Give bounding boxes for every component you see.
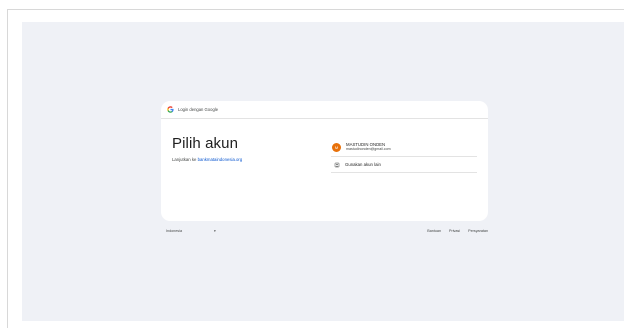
account-switch-icon [334, 162, 340, 168]
use-another-account-label: Gunakan akun lain [345, 162, 381, 167]
use-another-account-button[interactable]: Gunakan akun lain [331, 157, 477, 173]
account-text: MASTUDIN ONDEN mastudinonden@gmail.com [346, 142, 391, 152]
language-label: Indonesia [166, 229, 182, 233]
account-chooser-card: Login dengan Google Pilih akun Lanjutkan… [161, 101, 488, 221]
header-text: Login dengan Google [178, 107, 219, 112]
footer-link-terms[interactable]: Persyaratan [468, 229, 488, 233]
google-g-icon [167, 106, 174, 113]
continue-text: Lanjutkan ke bankmataindonesia.org [172, 157, 242, 162]
footer-links: Bantuan Privasi Persyaratan [427, 229, 488, 233]
continue-prefix: Lanjutkan ke [172, 157, 197, 162]
avatar: M [332, 142, 341, 152]
page-title: Pilih akun [172, 135, 239, 152]
footer-link-privacy[interactable]: Privasi [449, 229, 460, 233]
footer-link-help[interactable]: Bantuan [427, 229, 441, 233]
language-select[interactable]: Indonesia ▾ [166, 229, 216, 233]
account-item[interactable]: M MASTUDIN ONDEN mastudinonden@gmail.com [331, 138, 477, 157]
continue-link[interactable]: bankmataindonesia.org [198, 157, 243, 162]
caret-down-icon: ▾ [214, 229, 216, 233]
card-header: Login dengan Google [161, 101, 488, 119]
account-email: mastudinonden@gmail.com [346, 147, 391, 151]
